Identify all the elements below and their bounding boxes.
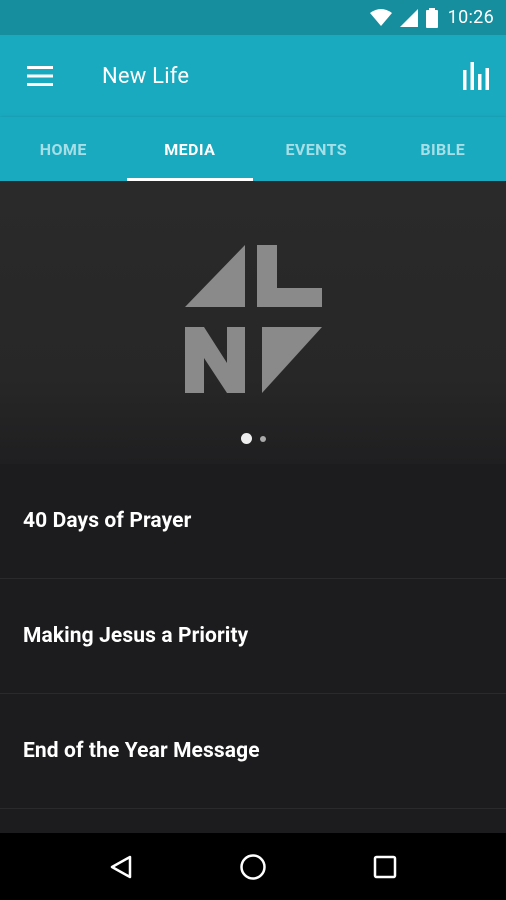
list-item[interactable]: 40 Days of Prayer [0, 464, 506, 579]
tab-events[interactable]: EVENTS [253, 117, 380, 181]
system-nav-bar [0, 833, 506, 900]
tab-bible[interactable]: BIBLE [380, 117, 506, 181]
battery-icon [425, 7, 438, 28]
list-item-title: End of the Year Message [23, 739, 260, 763]
carousel-dot-active[interactable] [240, 433, 252, 444]
media-list: 40 Days of Prayer Making Jesus a Priorit… [0, 464, 506, 809]
list-item[interactable]: Making Jesus a Priority [0, 579, 506, 694]
recents-button[interactable] [355, 837, 415, 897]
status-time: 10:26 [447, 7, 494, 28]
list-item-title: 40 Days of Prayer [23, 509, 192, 533]
home-icon [240, 853, 266, 880]
media-banner[interactable] [0, 181, 506, 464]
status-bar: 10:26 [0, 0, 506, 35]
home-button[interactable] [223, 837, 283, 897]
app-title: New Life [102, 63, 190, 89]
carousel-dot[interactable] [259, 435, 266, 442]
tab-media[interactable]: MEDIA [126, 117, 254, 181]
bar-chart-icon [463, 62, 489, 90]
tab-home[interactable]: HOME [0, 117, 127, 181]
list-item-title: Making Jesus a Priority [23, 624, 249, 648]
recents-icon [373, 855, 397, 878]
signal-icon [399, 8, 418, 27]
wifi-icon [369, 8, 392, 27]
new-life-logo [185, 245, 322, 393]
list-item[interactable]: End of the Year Message [0, 694, 506, 809]
menu-button[interactable] [0, 35, 80, 117]
back-icon [110, 855, 132, 878]
back-button[interactable] [91, 837, 151, 897]
menu-icon [27, 66, 53, 86]
app-bar: New Life [0, 35, 506, 117]
stats-button[interactable] [446, 35, 506, 117]
tab-bar: HOME MEDIA EVENTS BIBLE [0, 117, 506, 181]
carousel-indicator [0, 433, 506, 444]
